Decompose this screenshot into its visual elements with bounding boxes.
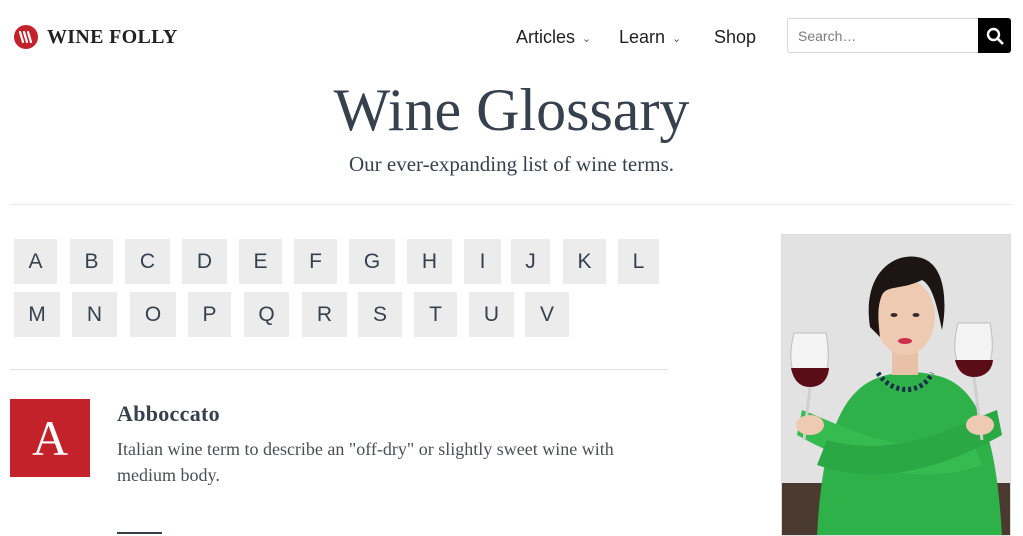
letter-button-i[interactable]: I xyxy=(464,239,501,284)
letter-button-t[interactable]: T xyxy=(414,292,457,337)
letter-button-q[interactable]: Q xyxy=(244,292,289,337)
divider xyxy=(10,369,668,370)
letter-button-r[interactable]: R xyxy=(302,292,347,337)
letter-button-e[interactable]: E xyxy=(239,239,282,284)
letter-button-k[interactable]: K xyxy=(563,239,606,284)
wine-folly-logo-icon xyxy=(14,25,38,49)
letter-button-n[interactable]: N xyxy=(72,292,117,337)
divider xyxy=(10,204,1012,205)
letter-button-v[interactable]: V xyxy=(525,292,569,337)
search-form xyxy=(787,18,1011,53)
entry-letter-badge: A xyxy=(10,399,90,477)
letter-button-l[interactable]: L xyxy=(618,239,659,284)
letter-button-a[interactable]: A xyxy=(14,239,57,284)
nav-shop[interactable]: Shop xyxy=(714,24,756,50)
chevron-down-icon: ⌄ xyxy=(672,32,682,45)
entry-term: Abboccato xyxy=(117,401,220,426)
letter-button-h[interactable]: H xyxy=(407,239,452,284)
nav-shop-label: Shop xyxy=(714,26,757,47)
nav-articles-label: Articles xyxy=(516,26,576,47)
letter-button-s[interactable]: S xyxy=(358,292,402,337)
letter-button-m[interactable]: M xyxy=(14,292,60,337)
letter-button-b[interactable]: B xyxy=(70,239,113,284)
letter-button-o[interactable]: O xyxy=(130,292,176,337)
page-subtitle: Our ever-expanding list of wine terms. xyxy=(349,152,674,176)
chevron-down-icon: ⌄ xyxy=(582,32,592,45)
page-title: Wine Glossary xyxy=(333,77,690,143)
letter-button-g[interactable]: G xyxy=(349,239,395,284)
site-header: WINE FOLLY Articles ⌄ Learn ⌄ Shop xyxy=(0,0,1023,72)
search-button[interactable] xyxy=(978,18,1011,53)
nav-learn-label: Learn xyxy=(619,26,666,47)
brand-name: WINE FOLLY xyxy=(47,25,178,48)
letter-button-p[interactable]: P xyxy=(188,292,231,337)
nav-articles[interactable]: Articles ⌄ xyxy=(516,24,591,50)
wine-folly-logo[interactable]: WINE FOLLY xyxy=(14,24,178,50)
letter-button-j[interactable]: J xyxy=(511,239,550,284)
entry-separator xyxy=(117,532,162,534)
woman-with-wine-glasses-image xyxy=(782,235,1010,535)
entry-definition: Italian wine term to describe an "off-dr… xyxy=(117,439,614,485)
search-input[interactable] xyxy=(787,18,978,53)
letter-button-c[interactable]: C xyxy=(125,239,170,284)
sidebar-photo xyxy=(781,234,1011,536)
search-icon xyxy=(986,27,1004,45)
letter-button-d[interactable]: D xyxy=(182,239,227,284)
letter-button-u[interactable]: U xyxy=(469,292,514,337)
nav-learn[interactable]: Learn ⌄ xyxy=(619,24,681,50)
letter-button-f[interactable]: F xyxy=(294,239,337,284)
